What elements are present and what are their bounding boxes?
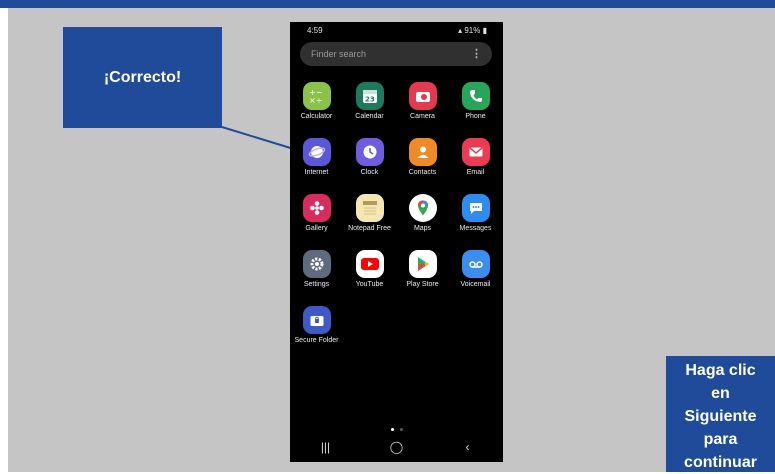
app-label: Calendar <box>355 113 384 120</box>
phone-icon <box>461 82 490 110</box>
back-icon[interactable]: ‹ <box>448 440 488 454</box>
svg-text:×÷: ×÷ <box>309 96 322 105</box>
app-label: YouTube <box>355 281 384 288</box>
camera-icon <box>408 82 437 110</box>
contacts-icon <box>408 138 437 166</box>
app-label: Camera <box>410 113 435 120</box>
app-label: Notepad Free <box>348 225 391 232</box>
feedback-text: ¡Correcto! <box>103 68 182 86</box>
calendar-icon: 23 <box>355 82 384 110</box>
instruction-line: Haga clic <box>685 362 756 379</box>
app-gallery[interactable]: Gallery <box>290 192 343 248</box>
app-secure-folder[interactable]: Secure Folder <box>290 304 343 360</box>
battery-icon: ▮ <box>482 26 487 35</box>
battery-percent: 91% <box>464 26 481 35</box>
feedback-callout: ¡Correcto! <box>63 27 222 128</box>
app-voicemail[interactable]: Voicemail <box>449 248 502 304</box>
app-internet[interactable]: Internet <box>290 136 343 192</box>
notepad-icon <box>355 194 384 222</box>
status-battery: ▴ 91% ▮ <box>458 26 487 35</box>
page-dot-active <box>390 428 394 431</box>
instruction-line: en <box>711 385 730 402</box>
app-messages[interactable]: Messages <box>449 192 502 248</box>
search-placeholder: Finder search <box>311 49 367 59</box>
recent-apps-icon[interactable]: ||| <box>306 440 346 454</box>
more-options-icon[interactable]: ⋮ <box>471 47 482 60</box>
app-label: Internet <box>304 169 329 176</box>
app-settings[interactable]: Settings <box>290 248 343 304</box>
secure-folder-icon <box>302 306 331 334</box>
maps-icon <box>408 194 437 222</box>
app-calculator[interactable]: +− ×÷ Calculator <box>290 80 343 136</box>
app-label: Messages <box>459 225 492 232</box>
app-clock[interactable]: Clock <box>343 136 396 192</box>
app-maps[interactable]: Maps <box>396 192 449 248</box>
home-icon[interactable]: ◯ <box>377 440 417 454</box>
status-bar: 4:59 ▴ 91% ▮ <box>290 22 503 38</box>
navigation-bar: ||| ◯ ‹ <box>290 432 503 462</box>
app-grid: +− ×÷ Calculator 23 Calendar Camera Phon… <box>290 80 503 360</box>
youtube-icon <box>355 250 384 278</box>
play-store-icon <box>408 250 437 278</box>
app-row: Internet Clock Contacts Email <box>290 136 503 192</box>
app-notepad-free[interactable]: Notepad Free <box>343 192 396 248</box>
messages-icon <box>461 194 490 222</box>
clock-icon <box>355 138 384 166</box>
app-label: Email <box>466 169 485 176</box>
email-icon <box>461 138 490 166</box>
settings-icon <box>302 250 331 278</box>
svg-text:23: 23 <box>365 96 375 104</box>
gallery-icon <box>302 194 331 222</box>
signal-icon: ▴ <box>458 26 463 35</box>
app-label: Calculator <box>300 113 333 120</box>
app-label: Clock <box>360 169 379 176</box>
app-label: Phone <box>465 113 486 120</box>
finder-search-bar[interactable]: Finder search ⋮ <box>300 42 492 66</box>
app-row: Settings YouTube Play Store Voicemail <box>290 248 503 304</box>
app-calendar[interactable]: 23 Calendar <box>343 80 396 136</box>
app-row: Gallery Notepad Free Maps Messages <box>290 192 503 248</box>
app-label: Gallery <box>305 225 328 232</box>
app-camera[interactable]: Camera <box>396 80 449 136</box>
calculator-icon: +− ×÷ <box>302 82 331 110</box>
status-time: 4:59 <box>307 26 323 35</box>
app-label: Settings <box>303 281 330 288</box>
app-label: Play Store <box>406 281 439 288</box>
app-label: Contacts <box>408 169 437 176</box>
instruction-line: para <box>703 431 738 448</box>
voicemail-icon <box>461 250 490 278</box>
next-instruction-button[interactable]: Haga clic en Siguiente para continuar <box>666 356 775 472</box>
app-play-store[interactable]: Play Store <box>396 248 449 304</box>
instruction-line: continuar <box>684 454 757 471</box>
app-row: Secure Folder <box>290 304 503 360</box>
app-email[interactable]: Email <box>449 136 502 192</box>
phone-screen: 4:59 ▴ 91% ▮ Finder search ⋮ +− ×÷ Calcul… <box>290 22 503 462</box>
app-phone[interactable]: Phone <box>449 80 502 136</box>
internet-icon <box>302 138 331 166</box>
app-label: Secure Folder <box>294 337 339 344</box>
app-label: Voicemail <box>460 281 491 288</box>
app-youtube[interactable]: YouTube <box>343 248 396 304</box>
instruction-line: Siguiente <box>684 408 757 425</box>
page-dot <box>399 428 403 431</box>
app-row: +− ×÷ Calculator 23 Calendar Camera Phon… <box>290 80 503 136</box>
app-label: Maps <box>413 225 432 232</box>
app-contacts[interactable]: Contacts <box>396 136 449 192</box>
